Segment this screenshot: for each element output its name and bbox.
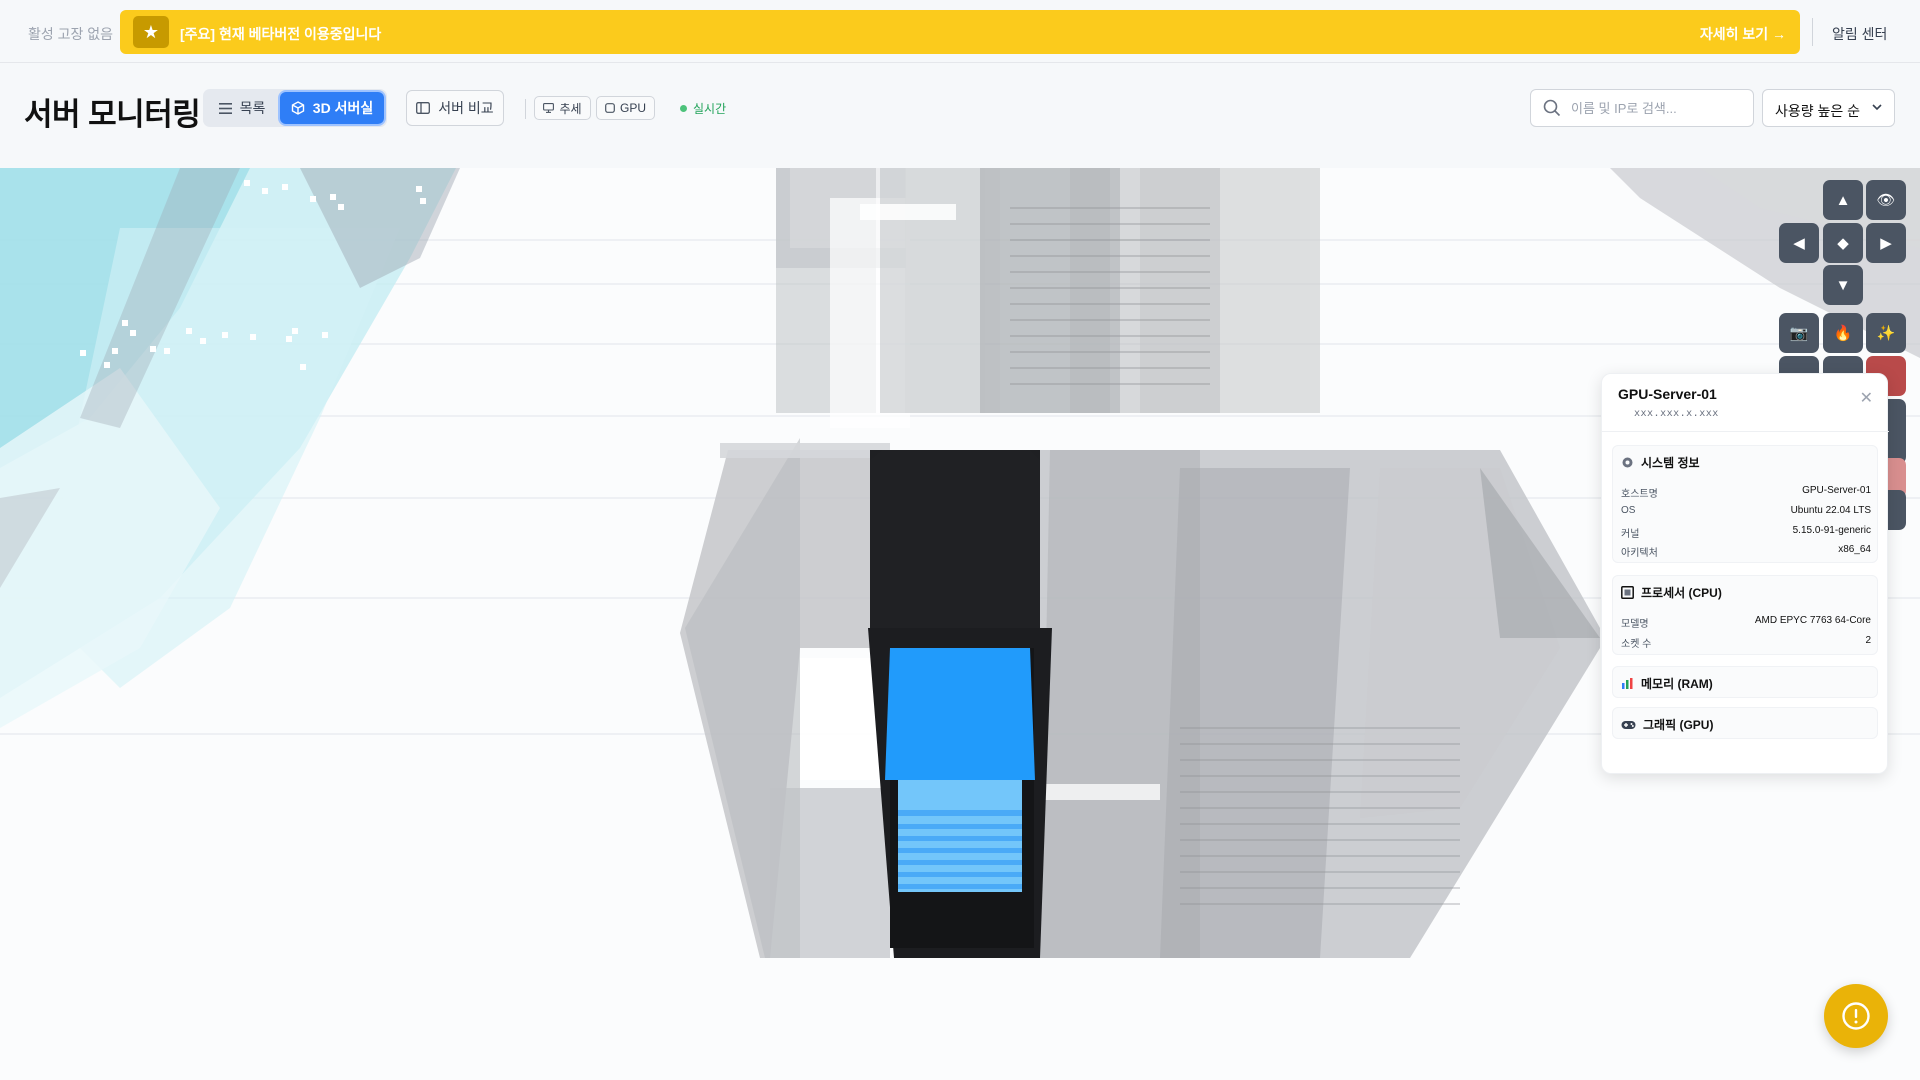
view-toggle: 목록 3D 서버실 xyxy=(203,89,387,127)
server-compare-button[interactable]: 서버 비교 xyxy=(406,90,504,126)
effects-button[interactable]: ✨ xyxy=(1866,313,1906,353)
info-value: x86_64 xyxy=(1838,544,1871,555)
live-dot-icon xyxy=(680,105,687,112)
chevron-down-icon xyxy=(1872,104,1882,111)
info-value: AMD EPYC 7763 64-Core xyxy=(1754,615,1871,626)
gpu-chip[interactable]: GPU xyxy=(596,96,655,120)
gamepad-icon xyxy=(1621,720,1636,729)
alert-circle-icon xyxy=(1842,1002,1870,1030)
arrow-down-icon: ▼ xyxy=(1835,276,1851,294)
alert-center-button[interactable]: 알림 센터 xyxy=(1832,24,1887,44)
server-name: GPU-Server-01 xyxy=(1618,386,1717,402)
banner-text: [주요] 현재 베타버전 이용중입니다 xyxy=(180,26,382,42)
trend-chip[interactable]: 추세 xyxy=(534,96,591,120)
system-info-heading: 시스템 정보 xyxy=(1641,456,1700,470)
page-title: 서버 모니터링 xyxy=(24,97,201,132)
gpu-heading: 그래픽 (GPU) xyxy=(1643,718,1714,732)
top-bar: 활성 고장 없음 ★ [주요] 현재 베타버전 이용중입니다 자세히 보기 → … xyxy=(0,0,1920,63)
realtime-label: 실시간 xyxy=(693,102,727,116)
monitor-icon xyxy=(543,103,555,113)
front-left-racks xyxy=(680,438,890,958)
info-key: 호스트명 xyxy=(1621,489,1658,500)
info-value: GPU-Server-01 xyxy=(1802,485,1871,496)
section-header: 메모리 (RAM) xyxy=(1621,675,1713,692)
cpu-section[interactable]: 프로세서 (CPU) 모델명 AMD EPYC 7763 64-Core 소켓 수… xyxy=(1612,575,1878,655)
alert-fab-button[interactable] xyxy=(1824,984,1888,1048)
columns-icon xyxy=(416,102,431,114)
search-icon xyxy=(1543,99,1561,117)
section-header: 프로세서 (CPU) xyxy=(1621,584,1722,601)
star-icon: ★ xyxy=(133,16,169,48)
selected-server-rack[interactable] xyxy=(868,450,1052,958)
gpu-section[interactable]: 그래픽 (GPU) xyxy=(1612,707,1878,739)
reset-view-button[interactable]: ◆ xyxy=(1823,223,1863,263)
server-info-panel: GPU-Server-01 xxx.xxx.x.xxx ✕ 시스템 정보 호스트… xyxy=(1601,373,1889,774)
fire-icon: 🔥 xyxy=(1833,325,1853,342)
camera-button[interactable]: 📷 xyxy=(1779,313,1819,353)
close-icon[interactable]: ✕ xyxy=(1860,388,1873,408)
eye-icon: 👁 xyxy=(1876,192,1896,209)
realtime-indicator: 실시간 xyxy=(680,100,726,117)
info-key: 소켓 수 xyxy=(1621,639,1652,650)
sort-label: 사용량 높은 순 xyxy=(1775,103,1861,119)
beta-banner: ★ [주요] 현재 베타버전 이용중입니다 자세히 보기 → xyxy=(120,10,1800,54)
server-ip: xxx.xxx.x.xxx xyxy=(1634,408,1719,419)
fault-status: 활성 고장 없음 xyxy=(28,26,114,42)
pan-left-button[interactable]: ◀ xyxy=(1779,223,1819,263)
banner-details-link[interactable]: 자세히 보기 → xyxy=(1700,24,1786,44)
server-compare-label: 서버 비교 xyxy=(438,100,494,116)
arrow-right-icon: ▶ xyxy=(1880,235,1892,252)
cube-icon xyxy=(291,101,304,115)
view-3d-button[interactable]: 3D 서버실 xyxy=(280,92,384,124)
view-list-label: 목록 xyxy=(239,100,266,116)
search-input[interactable] xyxy=(1571,90,1749,126)
diamond-icon: ◆ xyxy=(1837,235,1849,252)
square-icon xyxy=(605,103,615,113)
ram-section[interactable]: 메모리 (RAM) xyxy=(1612,666,1878,698)
cpu-chip-icon xyxy=(1621,586,1634,599)
gear-icon xyxy=(1622,457,1633,468)
ram-heading: 메모리 (RAM) xyxy=(1641,677,1713,691)
sparkle-icon: ✨ xyxy=(1876,325,1896,342)
system-info-section[interactable]: 시스템 정보 호스트명 GPU-Server-01 OS Ubuntu 22.04 … xyxy=(1612,445,1878,563)
info-value: 5.15.0-91-generic xyxy=(1792,525,1871,536)
camera-icon: 📷 xyxy=(1789,325,1809,342)
pan-right-button[interactable]: ▶ xyxy=(1866,223,1906,263)
bar-chart-icon xyxy=(1622,678,1633,689)
arrow-left-icon: ◀ xyxy=(1793,235,1805,252)
pan-down-button[interactable]: ▼ xyxy=(1823,265,1863,305)
info-key: 커널 xyxy=(1621,529,1640,540)
heatmap-button[interactable]: 🔥 xyxy=(1823,313,1863,353)
arrow-up-icon: ▲ xyxy=(1835,191,1851,209)
info-key: 아키텍처 xyxy=(1621,548,1658,559)
search-box xyxy=(1530,89,1754,127)
gpu-chip-label: GPU xyxy=(619,101,646,115)
sort-select[interactable]: 사용량 높은 순 xyxy=(1762,89,1895,127)
back-rack-row xyxy=(776,168,1320,428)
view-3d-label: 3D 서버실 xyxy=(312,100,374,116)
left-rack-cluster xyxy=(0,168,460,728)
view-toggle-button[interactable]: 👁 xyxy=(1866,180,1906,220)
divider xyxy=(1812,18,1813,46)
cpu-heading: 프로세서 (CPU) xyxy=(1641,586,1722,600)
pan-up-button[interactable]: ▲ xyxy=(1823,180,1863,220)
info-value: 2 xyxy=(1865,635,1871,646)
divider xyxy=(1602,431,1889,432)
divider xyxy=(525,99,526,119)
page-header: 서버 모니터링 목록 3D 서버실 서버 비교 추세 GPU 실시간 사용량 높… xyxy=(0,63,1920,168)
info-key: OS xyxy=(1621,505,1636,516)
info-key: 모델명 xyxy=(1621,619,1649,630)
info-value: Ubuntu 22.04 LTS xyxy=(1790,505,1871,516)
trend-chip-label: 추세 xyxy=(559,101,582,116)
section-header: 시스템 정보 xyxy=(1621,454,1700,471)
list-icon xyxy=(218,102,232,114)
section-header: 그래픽 (GPU) xyxy=(1621,716,1713,733)
view-list-button[interactable]: 목록 xyxy=(207,93,277,123)
